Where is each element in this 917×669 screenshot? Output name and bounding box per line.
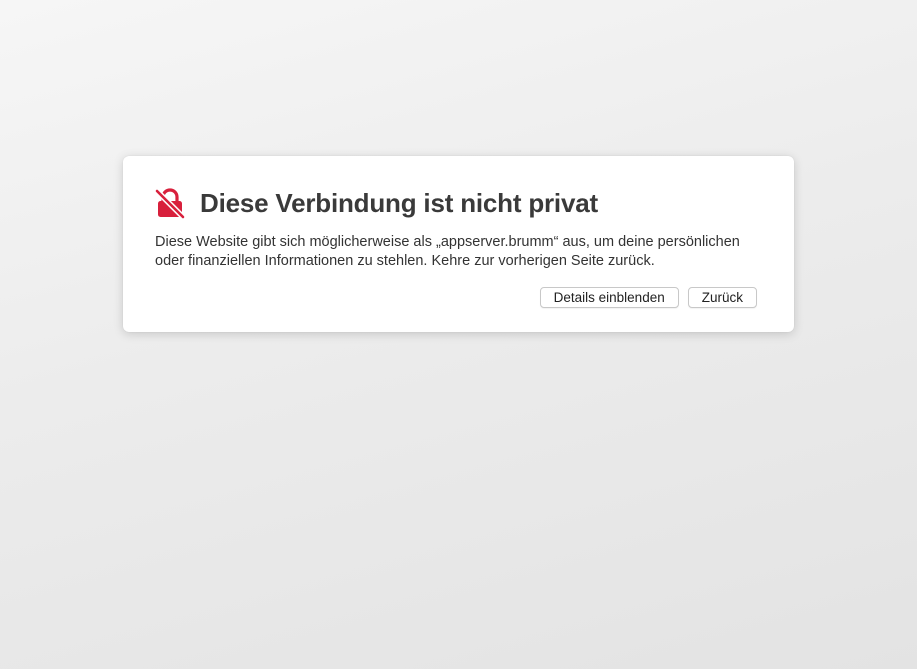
page-title: Diese Verbindung ist nicht privat xyxy=(200,187,598,218)
privacy-warning-card: Diese Verbindung ist nicht privat Diese … xyxy=(123,156,794,332)
broken-lock-icon xyxy=(154,187,186,220)
back-button[interactable]: Zurück xyxy=(687,287,757,308)
warning-header: Diese Verbindung ist nicht privat xyxy=(154,186,598,220)
browser-page: Diese Verbindung ist nicht privat Diese … xyxy=(0,0,917,669)
show-details-button[interactable]: Details einblenden xyxy=(539,287,679,308)
warning-message: Diese Website gibt sich möglicherweise a… xyxy=(155,234,740,269)
warning-actions: Details einblenden Zurück xyxy=(539,287,757,308)
